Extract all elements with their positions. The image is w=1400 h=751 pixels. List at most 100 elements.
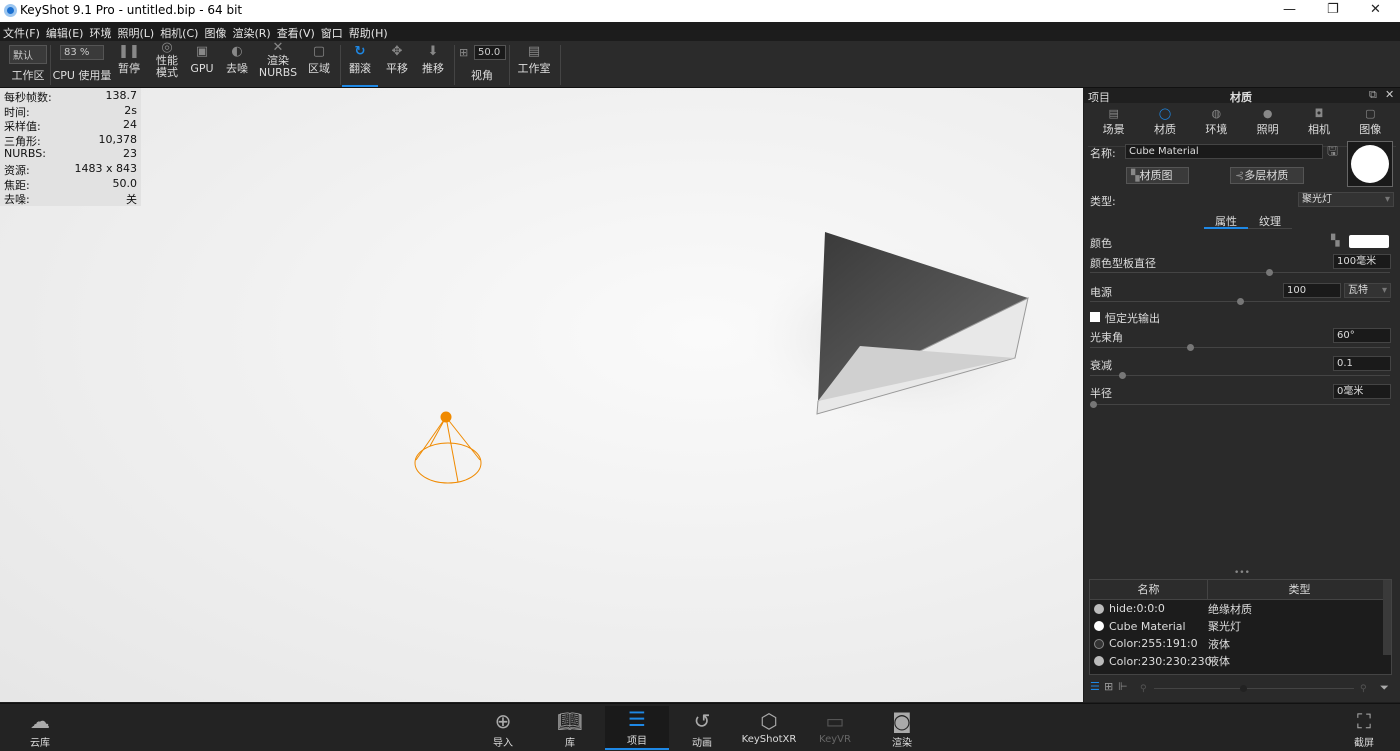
grid-view-icon[interactable]: ⊞: [1104, 680, 1113, 693]
menu-edit[interactable]: 编辑(E): [43, 22, 87, 41]
workspace-select[interactable]: 默认: [9, 45, 47, 64]
power-slider[interactable]: [1090, 298, 1390, 305]
menu-window[interactable]: 窗口: [318, 22, 346, 41]
table-row[interactable]: hide:0:0:0 绝缘材质: [1090, 600, 1391, 618]
dolly-icon: ⬇: [427, 44, 439, 59]
maximize-button[interactable]: ❐: [1327, 2, 1339, 17]
beam-angle-input[interactable]: 60°: [1333, 328, 1391, 343]
environment-icon: ◍: [1211, 107, 1222, 120]
menu-image[interactable]: 图像: [201, 22, 229, 41]
list-view-icon[interactable]: ☰: [1090, 680, 1100, 693]
menu-file[interactable]: 文件(F): [0, 22, 43, 41]
swatch-diameter-input[interactable]: 100毫米: [1333, 254, 1391, 269]
keyshotxr-button[interactable]: ⬡ KeyShotXR: [737, 708, 801, 745]
close-button[interactable]: ✕: [1370, 2, 1381, 17]
power-unit-select[interactable]: 瓦特 ▾: [1344, 283, 1391, 298]
render-viewport[interactable]: [0, 88, 1083, 702]
menu-camera[interactable]: 相机(C): [157, 22, 201, 41]
tab-scene[interactable]: ▤ 场景: [1088, 103, 1139, 146]
tab-image[interactable]: ▢ 图像: [1345, 103, 1396, 146]
radius-slider[interactable]: [1090, 401, 1390, 408]
tree-view-icon[interactable]: ⊩: [1118, 680, 1128, 693]
title-bar: KeyShot 9.1 Pro - untitled.bip - 64 bit …: [0, 0, 1400, 22]
tab-lighting[interactable]: ● 照明: [1242, 103, 1293, 146]
import-button[interactable]: ⊕ 导入: [473, 708, 533, 749]
keyvr-button[interactable]: ▭ KeyVR: [805, 708, 865, 745]
thumbnail-size-slider[interactable]: [1154, 685, 1354, 692]
slider-knob[interactable]: [1236, 298, 1244, 305]
library-button[interactable]: 📖︎ 库: [540, 708, 600, 749]
undock-icon[interactable]: ⧉: [1369, 88, 1377, 102]
tab-material[interactable]: ◯ 材质: [1139, 103, 1191, 146]
splitter-handle[interactable]: •••: [1234, 568, 1250, 578]
gpu-button[interactable]: ▣ GPU: [188, 41, 216, 87]
minimize-button[interactable]: —: [1283, 2, 1296, 17]
menu-environment[interactable]: 环境: [86, 22, 114, 41]
animation-button[interactable]: ↺ 动画: [672, 708, 732, 749]
material-name: hide:0:0:0: [1109, 602, 1165, 616]
fov-icon: ⊞: [459, 46, 469, 59]
tumble-icon: ↻: [354, 44, 366, 59]
multi-layer-material-button[interactable]: ⊰多层材质: [1230, 167, 1304, 184]
swatch-diameter-slider[interactable]: [1090, 269, 1390, 276]
type-select[interactable]: 聚光灯 ▾: [1298, 192, 1394, 207]
pan-button[interactable]: ✥ 平移: [382, 41, 412, 87]
slider-knob[interactable]: [1090, 401, 1097, 408]
radius-input[interactable]: 0毫米: [1333, 384, 1391, 399]
table-scrollbar[interactable]: [1383, 580, 1391, 655]
dolly-button[interactable]: ⬇ 推移: [418, 41, 448, 87]
keyshot-logo-icon: [4, 4, 17, 17]
constant-output-checkbox[interactable]: [1090, 312, 1100, 322]
slider-knob[interactable]: [1265, 269, 1273, 276]
radius-label: 半径: [1090, 387, 1112, 400]
falloff-slider[interactable]: [1090, 372, 1390, 379]
subtab-properties[interactable]: 属性: [1204, 213, 1248, 229]
material-graph-button[interactable]: ▚材质图: [1126, 167, 1189, 184]
filter-icon[interactable]: ⏷: [1380, 681, 1389, 695]
constant-output-label: 恒定光输出: [1105, 312, 1160, 325]
panel-header: 项目 材质 ⧉ ✕: [1084, 88, 1400, 104]
table-row[interactable]: Color:230:230:230 液体: [1090, 653, 1391, 671]
cpu-usage-select[interactable]: 83 %: [60, 45, 104, 60]
project-button[interactable]: ☰ 项目: [605, 706, 669, 750]
material-swatch-icon: [1094, 603, 1104, 614]
menu-view[interactable]: 查看(V): [274, 22, 318, 41]
performance-mode-button[interactable]: ◎ 性能 模式: [150, 41, 184, 87]
power-input[interactable]: 100: [1283, 283, 1341, 298]
screenshot-button[interactable]: ⛶ 截屏: [1334, 708, 1394, 749]
table-row[interactable]: Cube Material 聚光灯: [1090, 618, 1391, 636]
close-panel-icon[interactable]: ✕: [1385, 88, 1394, 101]
material-name-input[interactable]: Cube Material: [1125, 144, 1323, 159]
zoom-out-icon[interactable]: ⚲: [1140, 684, 1147, 694]
region-button[interactable]: ▢ 区域: [304, 41, 334, 87]
tab-environment[interactable]: ◍ 环境: [1191, 103, 1242, 146]
pause-button[interactable]: ❚❚ 暂停: [114, 41, 144, 87]
color-swatch[interactable]: [1349, 235, 1389, 248]
menu-render[interactable]: 渲染(R): [229, 22, 273, 41]
save-material-icon[interactable]: 🖫: [1327, 142, 1338, 164]
menu-help[interactable]: 帮助(H): [346, 22, 391, 41]
falloff-input[interactable]: 0.1: [1333, 356, 1391, 371]
fov-input[interactable]: 50.0: [474, 45, 506, 60]
render-button[interactable]: ◙ 渲染: [872, 708, 932, 749]
slider-knob[interactable]: [1186, 344, 1194, 351]
texture-map-icon[interactable]: ▚: [1331, 234, 1339, 247]
column-header-name[interactable]: 名称: [1090, 580, 1208, 599]
denoise-button[interactable]: ◐ 去噪: [222, 41, 252, 87]
slider-knob[interactable]: [1119, 372, 1127, 379]
studio-button[interactable]: ▤ 工作室: [514, 41, 554, 87]
tab-camera[interactable]: ◘ 相机: [1293, 103, 1344, 146]
type-label: 类型:: [1090, 195, 1116, 208]
subtab-textures[interactable]: 纹理: [1248, 213, 1292, 229]
table-row[interactable]: Color:255:191:0 液体: [1090, 635, 1391, 653]
beam-angle-slider[interactable]: [1090, 344, 1390, 351]
column-header-type[interactable]: 类型: [1208, 580, 1391, 599]
beam-angle-label: 光束角: [1090, 331, 1123, 344]
fov-label: 视角: [471, 69, 493, 82]
cloud-library-button[interactable]: ☁ 云库: [10, 708, 70, 749]
zoom-in-icon[interactable]: ⚲: [1360, 684, 1367, 694]
menu-lighting[interactable]: 照明(L): [114, 22, 157, 41]
render-nurbs-button[interactable]: ✕ 渲染 NURBS: [258, 41, 298, 87]
tumble-button[interactable]: ↻ 翻滚: [342, 41, 378, 87]
name-label: 名称:: [1090, 147, 1116, 160]
